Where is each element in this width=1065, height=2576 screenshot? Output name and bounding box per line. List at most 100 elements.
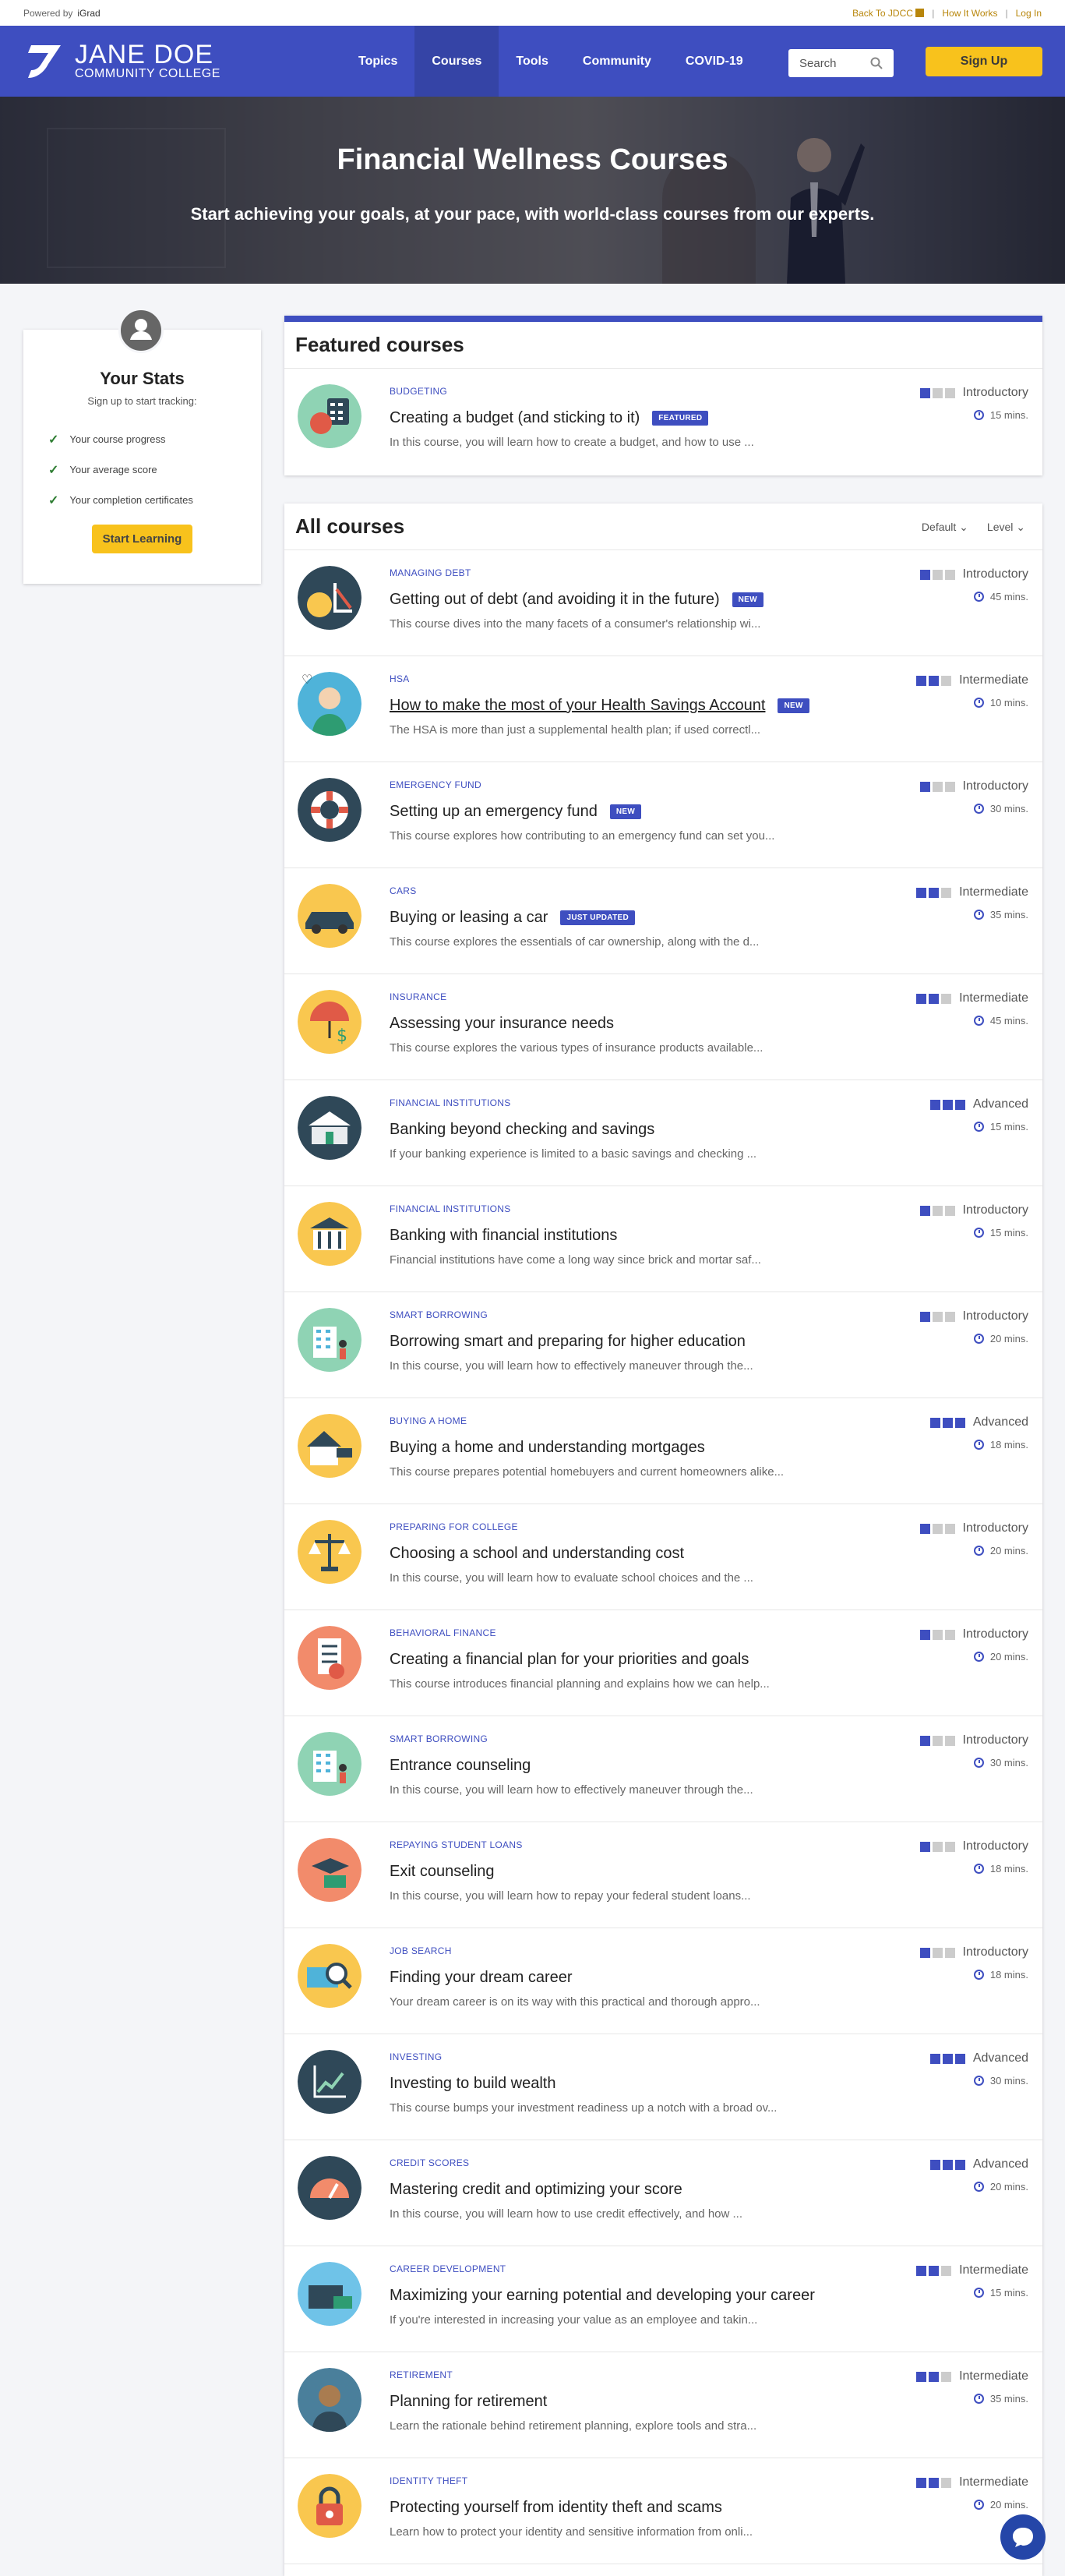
- course-card[interactable]: Behavioral Finance Creating a financial p…: [284, 1610, 1042, 1716]
- level-bar: [932, 781, 943, 792]
- course-category[interactable]: Emergency Fund: [390, 779, 481, 790]
- course-category[interactable]: Credit Scores: [390, 2157, 469, 2168]
- course-category[interactable]: Career Development: [390, 2263, 506, 2274]
- course-category[interactable]: Investing: [390, 2051, 442, 2062]
- course-card[interactable]: Smart Borrowing Borrowing smart and prepa…: [284, 1292, 1042, 1398]
- login-link[interactable]: Log In: [1016, 8, 1042, 19]
- course-category[interactable]: HSA: [390, 673, 410, 684]
- course-description: This course explores how contributing to…: [390, 829, 775, 843]
- level-bars: [919, 569, 955, 580]
- course-title[interactable]: Maximizing your earning potential and de…: [390, 2287, 815, 2305]
- course-title[interactable]: Buying or leasing a car JUST UPDATED: [390, 909, 635, 927]
- course-title[interactable]: Banking beyond checking and savings: [390, 1121, 654, 1139]
- clock-icon: [973, 698, 984, 708]
- nav-topics[interactable]: Topics: [341, 26, 414, 97]
- course-title[interactable]: Creating a financial plan for your prior…: [390, 1651, 749, 1669]
- course-card[interactable]: Financial Institutions Banking beyond che…: [284, 1080, 1042, 1186]
- course-title[interactable]: Investing to build wealth: [390, 2075, 555, 2093]
- course-title[interactable]: Exit counseling: [390, 1863, 495, 1881]
- course-category[interactable]: Behavioral Finance: [390, 1627, 496, 1638]
- featured-course-card[interactable]: Budgeting Creating a budget (and sticking…: [284, 369, 1042, 475]
- course-category[interactable]: Cars: [390, 885, 417, 896]
- course-category[interactable]: Repaying Student Loans: [390, 1839, 523, 1850]
- course-title[interactable]: Assessing your insurance needs: [390, 1015, 614, 1033]
- course-category[interactable]: Retirement: [390, 2369, 453, 2380]
- igrad-logo[interactable]: iGrad: [77, 8, 100, 19]
- course-category[interactable]: Budgeting: [390, 386, 447, 397]
- campus-icon: [298, 1308, 361, 1372]
- course-category[interactable]: Financial Institutions: [390, 1097, 511, 1108]
- course-category[interactable]: Job Search: [390, 1945, 452, 1956]
- course-title[interactable]: Protecting yourself from identity theft …: [390, 2499, 722, 2517]
- course-description: In this course, you will learn how to ef…: [390, 1359, 753, 1373]
- course-category[interactable]: Buying a Home: [390, 1415, 467, 1426]
- how-it-works-link[interactable]: How It Works: [942, 8, 997, 19]
- course-card[interactable]: Cars Buying or leasing a car JUST UPDATED T…: [284, 868, 1042, 974]
- level-bar: [916, 887, 927, 898]
- level-bar: [919, 1735, 930, 1746]
- course-category[interactable]: Managing Debt: [390, 567, 471, 578]
- course-list: Managing Debt Getting out of debt (and av…: [284, 550, 1042, 2564]
- course-category[interactable]: Identity Theft: [390, 2475, 467, 2486]
- sort-level-dropdown[interactable]: Level ⌄: [987, 521, 1025, 534]
- level-bar: [929, 2477, 940, 2488]
- course-category[interactable]: Smart Borrowing: [390, 1733, 488, 1744]
- sign-up-button[interactable]: Sign Up: [926, 47, 1042, 76]
- sort-default-dropdown[interactable]: Default ⌄: [922, 521, 968, 534]
- course-badge: JUST UPDATED: [560, 910, 635, 925]
- course-card[interactable]: Emergency Fund Setting up an emergency fu…: [284, 762, 1042, 868]
- course-duration: 20 mins.: [973, 1651, 1028, 1663]
- level-bar: [954, 2053, 965, 2064]
- course-card[interactable]: Smart Borrowing Entrance counseling In thi…: [284, 1716, 1042, 1822]
- nav-community[interactable]: Community: [566, 26, 668, 97]
- course-title[interactable]: Choosing a school and understanding cost: [390, 1545, 684, 1563]
- course-category[interactable]: Financial Institutions: [390, 1203, 511, 1214]
- heart-icon[interactable]: ♡: [302, 672, 312, 687]
- course-category[interactable]: Smart Borrowing: [390, 1309, 488, 1320]
- course-duration: 18 mins.: [973, 1439, 1028, 1451]
- course-card[interactable]: Managing Debt Getting out of debt (and av…: [284, 550, 1042, 656]
- course-title[interactable]: How to make the most of your Health Savi…: [390, 697, 809, 715]
- search-input[interactable]: Search: [788, 49, 894, 77]
- nav-courses[interactable]: Courses: [414, 26, 499, 97]
- search-icon[interactable]: [870, 57, 883, 69]
- level-bar: [929, 1417, 940, 1428]
- course-card[interactable]: Repaying Student Loans Exit counseling In …: [284, 1822, 1042, 1928]
- course-card[interactable]: Job Search Finding your dream career Your …: [284, 1928, 1042, 2034]
- level-bar: [919, 1311, 930, 1322]
- course-title[interactable]: Planning for retirement: [390, 2393, 547, 2411]
- scale-icon: [298, 1520, 361, 1584]
- course-description: The HSA is more than just a supplemental…: [390, 723, 761, 737]
- nav-tools[interactable]: Tools: [499, 26, 565, 97]
- course-title[interactable]: Finding your dream career: [390, 1969, 573, 1987]
- course-card[interactable]: Investing Investing to build wealth This c…: [284, 2034, 1042, 2140]
- checkmark-icon: ✓: [48, 493, 59, 507]
- course-title[interactable]: Entrance counseling: [390, 1757, 531, 1775]
- course-title[interactable]: Borrowing smart and preparing for higher…: [390, 1333, 746, 1351]
- back-to-jdcc-link[interactable]: Back To JDCC: [852, 8, 925, 19]
- course-card[interactable]: Financial Institutions Banking with finan…: [284, 1186, 1042, 1292]
- chat-button[interactable]: [1000, 2514, 1046, 2560]
- course-title[interactable]: Banking with financial institutions: [390, 1227, 617, 1245]
- main-header: JANE DOE COMMUNITY COLLEGE Topics Course…: [0, 26, 1065, 97]
- college-logo[interactable]: JANE DOE COMMUNITY COLLEGE: [25, 41, 220, 81]
- course-card[interactable]: $ Insurance Assessing your insurance needs…: [284, 974, 1042, 1080]
- course-title[interactable]: Mastering credit and optimizing your sco…: [390, 2181, 682, 2199]
- course-card[interactable]: Buying a Home Buying a home and understan…: [284, 1398, 1042, 1504]
- course-title[interactable]: Setting up an emergency fund NEW: [390, 803, 642, 821]
- course-card[interactable]: Preparing for College Choosing a school a…: [284, 1504, 1042, 1610]
- nav-covid19[interactable]: COVID-19: [668, 26, 760, 97]
- course-title[interactable]: Creating a budget (and sticking to it) FE…: [390, 409, 709, 427]
- course-card[interactable]: Retirement Planning for retirement Learn t…: [284, 2352, 1042, 2458]
- start-learning-button[interactable]: Start Learning: [91, 525, 193, 553]
- course-category[interactable]: Insurance: [390, 991, 446, 1002]
- course-card[interactable]: Credit Scores Mastering credit and optimi…: [284, 2140, 1042, 2246]
- course-title[interactable]: Getting out of debt (and avoiding it in …: [390, 591, 763, 609]
- course-title[interactable]: Buying a home and understanding mortgage…: [390, 1439, 705, 1457]
- chat-bubble-icon: [1013, 2528, 1033, 2547]
- course-card[interactable]: Career Development Maximizing your earnin…: [284, 2246, 1042, 2352]
- course-card[interactable]: HSA How to make the most of your Health S…: [284, 656, 1042, 762]
- course-card[interactable]: Identity Theft Protecting yourself from i…: [284, 2458, 1042, 2564]
- search-placeholder: Search: [799, 56, 837, 70]
- course-category[interactable]: Preparing for College: [390, 1521, 518, 1532]
